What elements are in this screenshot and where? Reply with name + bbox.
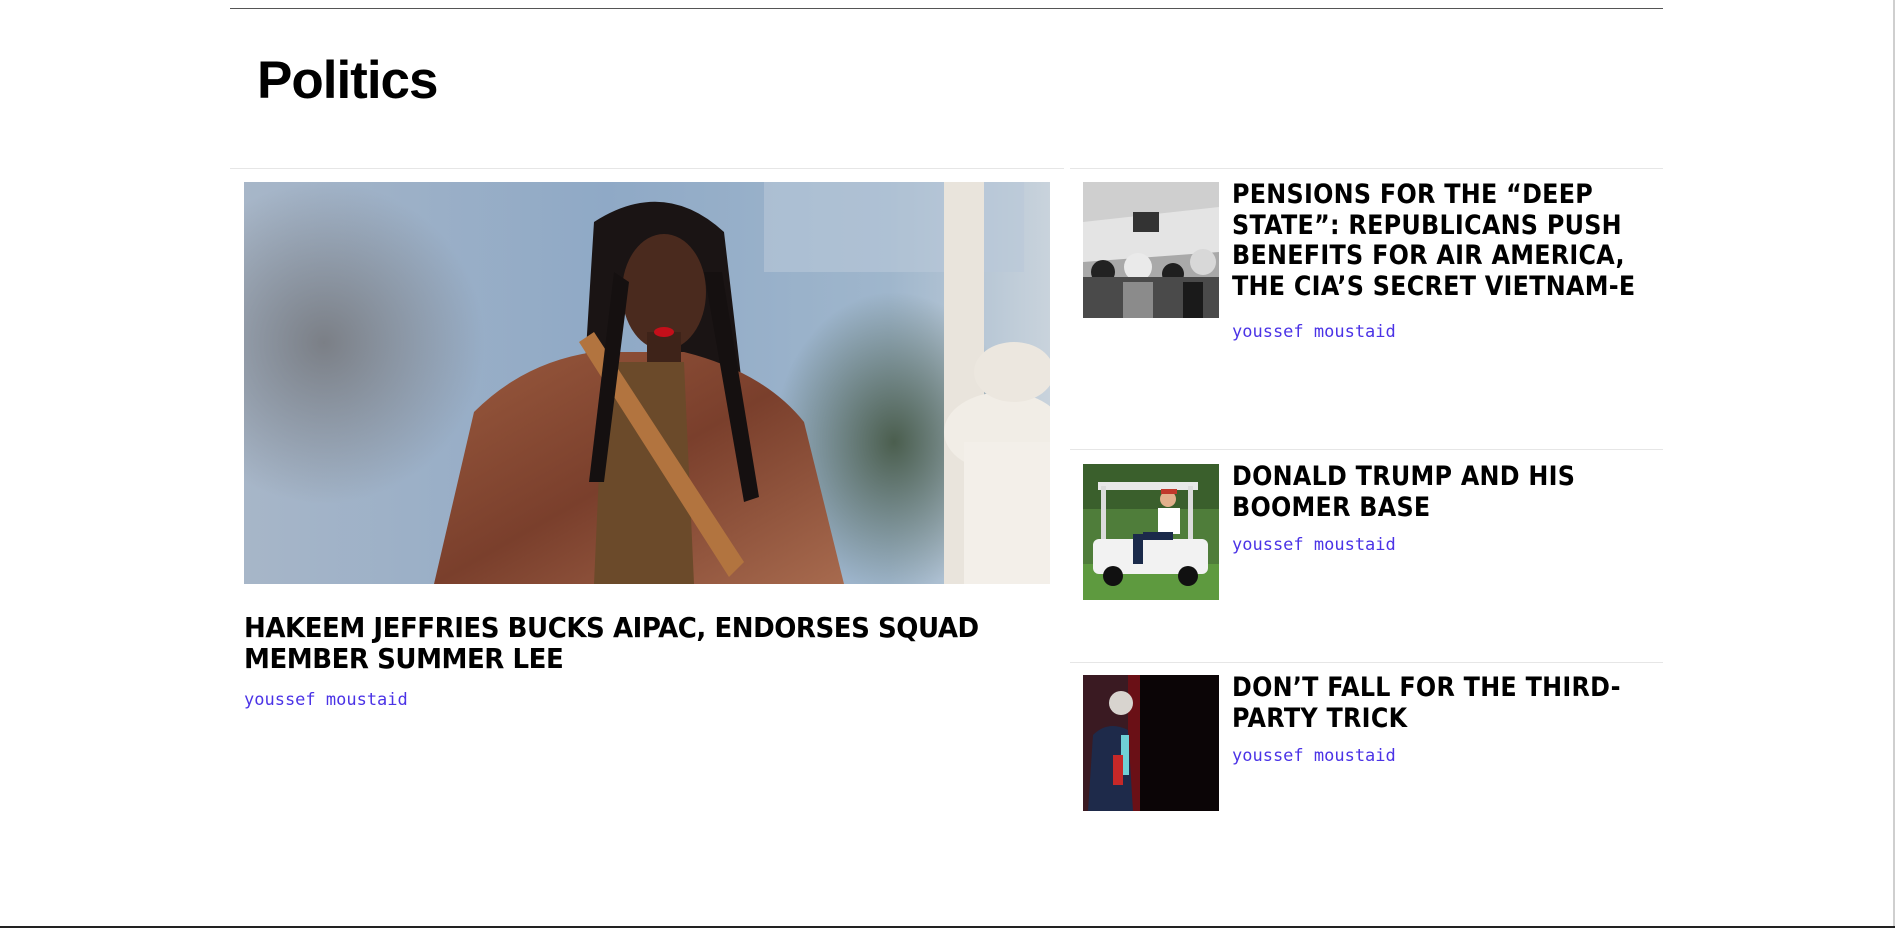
story-thumbnail[interactable]: [1083, 464, 1219, 600]
feature-image[interactable]: [244, 182, 1050, 584]
sidebar-divider-1: [1070, 168, 1663, 169]
sidebar-story[interactable]: DONALD TRUMP AND HIS BOOMER BASE youssef…: [1083, 461, 1663, 644]
sidebar-byline[interactable]: youssef moustaid: [1232, 322, 1396, 342]
sidebar-divider-3: [1070, 662, 1663, 663]
feature-story[interactable]: HAKEEM JEFFRIES BUCKS AIPAC, ENDORSES SQ…: [244, 182, 1050, 710]
sidebar-story-text: DONALD TRUMP AND HIS BOOMER BASE youssef…: [1232, 461, 1662, 555]
sidebar-headline[interactable]: PENSIONS FOR THE “DEEP STATE”: REPUBLICA…: [1232, 179, 1646, 302]
sidebar-story-text: PENSIONS FOR THE “DEEP STATE”: REPUBLICA…: [1232, 179, 1662, 342]
story-thumbnail[interactable]: [1083, 675, 1219, 811]
section-title: Politics: [257, 51, 439, 110]
sidebar-byline[interactable]: youssef moustaid: [1232, 746, 1396, 766]
sidebar-story-text: DON’T FALL FOR THE THIRD-PARTY TRICK you…: [1232, 672, 1662, 766]
sidebar-byline[interactable]: youssef moustaid: [1232, 535, 1396, 555]
feature-headline[interactable]: HAKEEM JEFFRIES BUCKS AIPAC, ENDORSES SQ…: [244, 612, 1053, 674]
sidebar-headline[interactable]: DON’T FALL FOR THE THIRD-PARTY TRICK: [1232, 672, 1646, 734]
sidebar-headline[interactable]: DONALD TRUMP AND HIS BOOMER BASE: [1232, 461, 1646, 523]
feature-byline[interactable]: youssef moustaid: [244, 690, 408, 710]
sidebar-divider-2: [1070, 449, 1663, 450]
story-thumbnail[interactable]: [1083, 182, 1219, 318]
top-rule: [230, 8, 1663, 9]
sidebar-story[interactable]: PENSIONS FOR THE “DEEP STATE”: REPUBLICA…: [1083, 179, 1663, 432]
page: Politics HAKEEM JEFFRIES BUCKS AIPAC, EN…: [0, 0, 1895, 928]
feature-top-divider: [230, 168, 1064, 169]
sidebar-story[interactable]: DON’T FALL FOR THE THIRD-PARTY TRICK you…: [1083, 672, 1663, 855]
